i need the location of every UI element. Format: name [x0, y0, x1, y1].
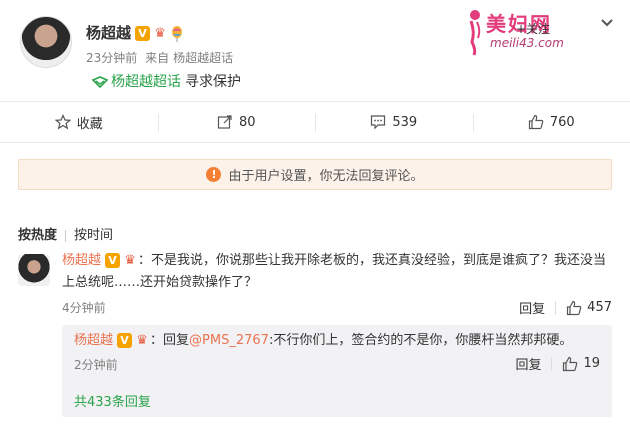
- watermark-figure-icon: [469, 10, 481, 56]
- author-line: 杨超越 V ♛: [86, 22, 184, 43]
- reply-time: 2分钟前: [74, 358, 118, 372]
- reply-user-name[interactable]: 杨超越: [74, 333, 113, 348]
- balloon-icon: [172, 25, 183, 42]
- verified-v-icon: V: [117, 333, 133, 348]
- comment-text: ：不是我说，你说那些让我开除老板的，我还真没经验，到底是谁疯了？我还没当上总统呢…: [62, 253, 607, 290]
- crown-icon: ♛: [124, 253, 136, 268]
- favorite-label: 收藏: [76, 116, 103, 132]
- reply-reply-button[interactable]: 回复: [515, 354, 541, 373]
- watermark-url: meili43.com: [490, 36, 564, 50]
- verified-v-icon: V: [135, 26, 151, 41]
- reply-body: 杨超越 V ♛ ：回复@PMS_2767:不行你们上，签合约的不是你，你腰杆当然邦邦硬…: [74, 331, 604, 351]
- reply-disabled-notice: ! 由于用户设置，你无法回复评论。: [18, 159, 612, 190]
- action-bar: 收藏 80 539 760: [0, 101, 630, 143]
- chevron-down-icon[interactable]: [599, 14, 615, 30]
- section-gap: [0, 143, 630, 159]
- author-avatar[interactable]: [20, 16, 72, 68]
- topic-link[interactable]: 杨超越超话 寻求保护: [92, 71, 241, 91]
- comment-count: 539: [392, 114, 418, 130]
- reply-prefix: ：回复: [150, 333, 190, 348]
- favorite-button[interactable]: 收藏: [0, 102, 158, 142]
- like-count: 760: [549, 114, 575, 130]
- supertopic-icon: [92, 76, 108, 88]
- commenter-name[interactable]: 杨超越: [62, 253, 101, 268]
- sort-by-hot[interactable]: 按热度: [18, 228, 57, 243]
- reply-actions: 回复 19: [515, 354, 600, 373]
- comment-actions: 回复 457: [519, 298, 612, 317]
- comment-like-count: 457: [587, 300, 612, 315]
- action-separator: [555, 300, 557, 315]
- view-all-replies-link[interactable]: 共433条回复: [74, 391, 151, 410]
- comment-time: 4分钟前: [62, 301, 106, 315]
- author-name[interactable]: 杨超越: [86, 24, 131, 42]
- notice-text: 由于用户设置，你无法回复评论。: [228, 169, 424, 184]
- post-header: 杨超越 V ♛ 23分钟前 来自 杨超越超话 杨超越超话 寻求保护 美妇网 meili4…: [0, 0, 630, 100]
- comment-button[interactable]: 539: [315, 102, 473, 142]
- post-meta: 23分钟前 来自 杨超越超话: [86, 49, 237, 66]
- reply-text: :不行你们上，签合约的不是你，你腰杆当然邦邦硬。: [268, 333, 573, 348]
- follow-button[interactable]: +关注: [516, 20, 550, 37]
- comment-sort-bar: 按热度 按时间: [18, 224, 113, 243]
- comment-reply-button[interactable]: 回复: [519, 298, 545, 317]
- post-source[interactable]: 杨超越超话: [173, 51, 233, 65]
- crown-icon: ♛: [154, 26, 166, 41]
- thumbs-up-icon: [528, 114, 544, 130]
- topic-suffix: 寻求保护: [185, 74, 241, 90]
- reply-thread: 杨超越 V ♛ ：回复@PMS_2767:不行你们上，签合约的不是你，你腰杆当然邦邦硬…: [62, 325, 612, 417]
- repost-button[interactable]: 80: [157, 102, 316, 142]
- post-source-prefix: 来自: [145, 51, 170, 65]
- warning-icon: !: [206, 167, 222, 182]
- repost-icon: [217, 115, 232, 129]
- thumbs-up-icon[interactable]: [562, 356, 578, 372]
- sort-divider: [65, 229, 67, 242]
- crown-icon: ♛: [136, 333, 148, 348]
- action-separator: [551, 356, 553, 371]
- reply-like-count: 19: [583, 356, 600, 371]
- comment-icon: [371, 115, 386, 130]
- thumbs-up-icon[interactable]: [566, 300, 582, 316]
- commenter-avatar[interactable]: [18, 254, 50, 286]
- post-time[interactable]: 23分钟前: [86, 51, 137, 65]
- topic-name[interactable]: 杨超越超话: [111, 74, 181, 90]
- sort-by-time[interactable]: 按时间: [74, 228, 113, 243]
- reply-mention[interactable]: @PMS_2767: [189, 333, 269, 348]
- verified-v-icon: V: [105, 253, 121, 268]
- comment-body: 杨超越 V ♛ ：不是我说，你说那些让我开除老板的，我还真没经验，到底是谁疯了？我还没…: [62, 250, 612, 294]
- star-icon: [54, 114, 71, 130]
- repost-count: 80: [238, 114, 256, 130]
- like-button[interactable]: 760: [472, 102, 630, 142]
